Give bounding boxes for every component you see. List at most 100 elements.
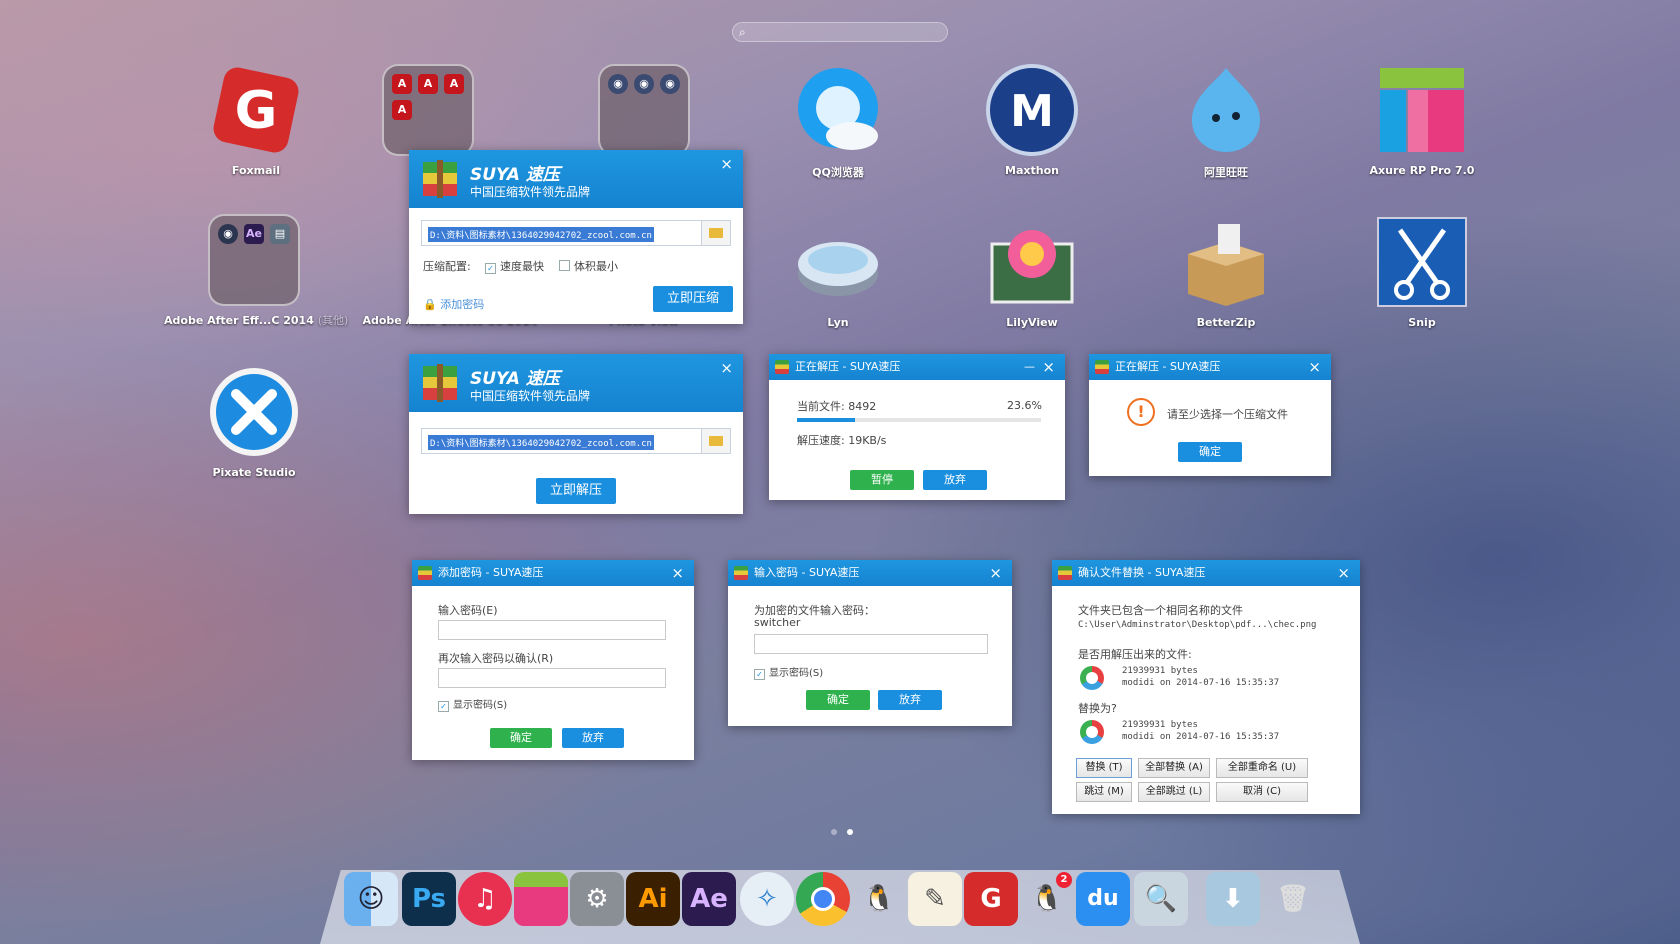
progress-bar bbox=[797, 418, 1041, 422]
finder-icon[interactable]: ☺ bbox=[344, 872, 398, 926]
close-icon[interactable]: × bbox=[720, 156, 733, 172]
app-maxthon[interactable]: M Maxthon bbox=[942, 62, 1122, 177]
password-input[interactable] bbox=[438, 620, 666, 640]
system-preferences-icon[interactable]: ⚙ bbox=[570, 872, 624, 926]
baidu-cloud-icon[interactable]: du bbox=[1076, 872, 1130, 926]
app-betterzip[interactable]: BetterZip bbox=[1136, 214, 1316, 329]
replace-button[interactable]: 替换 (T) bbox=[1076, 758, 1132, 778]
app-label: Adobe After Eff...C 2014 (其他) bbox=[164, 314, 349, 327]
foxmail-dock-icon[interactable]: G bbox=[964, 872, 1018, 926]
qq-notification-icon[interactable]: 🐧 2 bbox=[1020, 872, 1074, 926]
preview-icon[interactable]: 🔍 bbox=[1134, 872, 1188, 926]
window-title: 确认文件替换 - SUYA速压 bbox=[1078, 566, 1206, 579]
adobe-icon: A bbox=[392, 100, 412, 120]
safari-icon[interactable]: ✧ bbox=[740, 872, 794, 926]
cancel-button[interactable]: 取消 (C) bbox=[1216, 782, 1308, 802]
photoshop-icon[interactable]: Ps bbox=[402, 872, 456, 926]
checkbox-checked[interactable]: ✓ bbox=[485, 263, 496, 274]
window-title: 正在解压 - SUYA速压 bbox=[795, 360, 901, 373]
downloads-folder-icon[interactable]: ⬇ bbox=[1206, 872, 1260, 926]
compress-now-button[interactable]: 立即压缩 bbox=[653, 286, 733, 312]
aliwangwang-icon bbox=[1178, 62, 1274, 158]
camera-lens-icon: ◉ bbox=[660, 74, 680, 94]
itunes-icon[interactable]: ♫ bbox=[458, 872, 512, 926]
existing-file-path: C:\User\Adminstrator\Desktop\pdf...\chec… bbox=[1078, 620, 1317, 630]
browse-folder-button[interactable] bbox=[701, 221, 730, 245]
launchpad-search-field[interactable]: ⌕ bbox=[732, 22, 948, 42]
show-password-option[interactable]: ✓ 显示密码(S) bbox=[754, 664, 823, 680]
add-password-link[interactable]: 🔒 添加密码 bbox=[423, 296, 484, 312]
folder-icon: ◉ ◉ ◉ bbox=[598, 64, 690, 156]
app-folder-after-effects[interactable]: ◉ Ae ▤ Adobe After Eff...C 2014 (其他) bbox=[164, 212, 349, 328]
current-file-text: 当前文件: 8492 bbox=[797, 400, 877, 413]
close-icon[interactable]: × bbox=[1042, 354, 1055, 380]
password-input[interactable] bbox=[754, 634, 988, 654]
cancel-button[interactable]: 放弃 bbox=[878, 690, 942, 710]
axure-dock-icon[interactable] bbox=[514, 872, 568, 926]
qq-icon[interactable]: 🐧 bbox=[852, 872, 906, 926]
file-size: 21939931 bytes bbox=[1122, 720, 1198, 730]
checkbox[interactable] bbox=[559, 260, 570, 271]
checkbox-checked[interactable]: ✓ bbox=[754, 669, 765, 680]
path-field[interactable]: D:\资料\图标素材\1364029042702_zcool.com.cn bbox=[421, 220, 731, 246]
enter-password-window: 输入密码 - SUYA速压 × 为加密的文件输入密码： switcher ✓ 显示… bbox=[728, 560, 1012, 726]
brand-title: SUYA 速压 bbox=[470, 369, 560, 389]
extract-progress-window: 正在解压 - SUYA速压 — × 当前文件: 8492 23.6% 解压速度:… bbox=[769, 354, 1065, 500]
chrome-icon[interactable] bbox=[796, 872, 850, 926]
path-text: D:\资料\图标素材\1364029042702_zcool.com.cn bbox=[428, 435, 654, 450]
app-label: 阿里旺旺 bbox=[1204, 166, 1248, 179]
alert-window: 正在解压 - SUYA速压 × ! 请至少选择一个压缩文件 确定 bbox=[1089, 354, 1331, 476]
pause-button[interactable]: 暂停 bbox=[850, 470, 914, 490]
app-label: Maxthon bbox=[1005, 164, 1059, 177]
after-effects-dock-icon[interactable]: Ae bbox=[682, 872, 736, 926]
extract-window: SUYA 速压 中国压缩软件领先品牌 × D:\资料\图标素材\13640290… bbox=[409, 354, 743, 514]
qq-browser-icon bbox=[790, 62, 886, 158]
replace-all-button[interactable]: 全部替换 (A) bbox=[1138, 758, 1210, 778]
option-smallest[interactable]: 体积最小 bbox=[559, 258, 618, 274]
minimize-icon[interactable]: — bbox=[1024, 354, 1035, 380]
show-password-option[interactable]: ✓ 显示密码(S) bbox=[438, 696, 507, 712]
page-dot[interactable] bbox=[831, 829, 837, 835]
browse-folder-button[interactable] bbox=[701, 429, 730, 453]
skip-all-button[interactable]: 全部跳过 (L) bbox=[1138, 782, 1210, 802]
notification-badge: 2 bbox=[1056, 872, 1072, 888]
app-axure[interactable]: Axure RP Pro 7.0 bbox=[1332, 62, 1512, 177]
close-icon[interactable]: × bbox=[989, 560, 1002, 586]
textedit-icon[interactable]: ✎ bbox=[908, 872, 962, 926]
close-icon[interactable]: × bbox=[1337, 560, 1350, 586]
option-fastest[interactable]: ✓ 速度最快 bbox=[485, 258, 544, 274]
close-icon[interactable]: × bbox=[671, 560, 684, 586]
path-field[interactable]: D:\资料\图标素材\1364029042702_zcool.com.cn bbox=[421, 428, 731, 454]
illustrator-icon[interactable]: Ai bbox=[626, 872, 680, 926]
app-aliwangwang[interactable]: 阿里旺旺 bbox=[1136, 62, 1316, 180]
after-effects-icon: Ae bbox=[244, 224, 264, 244]
cancel-button[interactable]: 放弃 bbox=[562, 728, 624, 748]
app-snip[interactable]: Snip bbox=[1332, 214, 1512, 329]
rename-all-button[interactable]: 全部重命名 (U) bbox=[1216, 758, 1308, 778]
app-folder-photo[interactable]: ◉ ◉ ◉ bbox=[554, 62, 734, 158]
cancel-button[interactable]: 放弃 bbox=[923, 470, 987, 490]
compress-window: SUYA 速压 中国压缩软件领先品牌 × D:\资料\图标素材\13640290… bbox=[409, 150, 743, 324]
encrypted-file-name: switcher bbox=[754, 616, 801, 629]
ok-button[interactable]: 确定 bbox=[490, 728, 552, 748]
trash-icon[interactable]: 🗑 bbox=[1266, 872, 1320, 926]
page-dot-active[interactable] bbox=[846, 829, 853, 835]
window-header: 正在解压 - SUYA速压 — × bbox=[769, 354, 1065, 380]
app-foxmail[interactable]: G Foxmail bbox=[166, 62, 346, 177]
ok-button[interactable]: 确定 bbox=[806, 690, 870, 710]
skip-button[interactable]: 跳过 (M) bbox=[1076, 782, 1132, 802]
app-pixate[interactable]: Pixate Studio bbox=[164, 364, 344, 479]
app-folder-adobe[interactable]: A A A A bbox=[338, 62, 518, 158]
axure-icon bbox=[1374, 62, 1470, 158]
app-lilyview[interactable]: LilyView bbox=[942, 214, 1122, 329]
checkbox-checked[interactable]: ✓ bbox=[438, 701, 449, 712]
app-lyn[interactable]: Lyn bbox=[748, 214, 928, 329]
extract-now-button[interactable]: 立即解压 bbox=[536, 478, 616, 504]
app-qq-browser[interactable]: QQ浏览器 bbox=[748, 62, 928, 180]
path-text: D:\资料\图标素材\1364029042702_zcool.com.cn bbox=[428, 227, 654, 242]
confirm-password-input[interactable] bbox=[438, 668, 666, 688]
close-icon[interactable]: × bbox=[1308, 354, 1321, 380]
ok-button[interactable]: 确定 bbox=[1178, 442, 1242, 462]
window-header: 正在解压 - SUYA速压 × bbox=[1089, 354, 1331, 380]
close-icon[interactable]: × bbox=[720, 360, 733, 376]
